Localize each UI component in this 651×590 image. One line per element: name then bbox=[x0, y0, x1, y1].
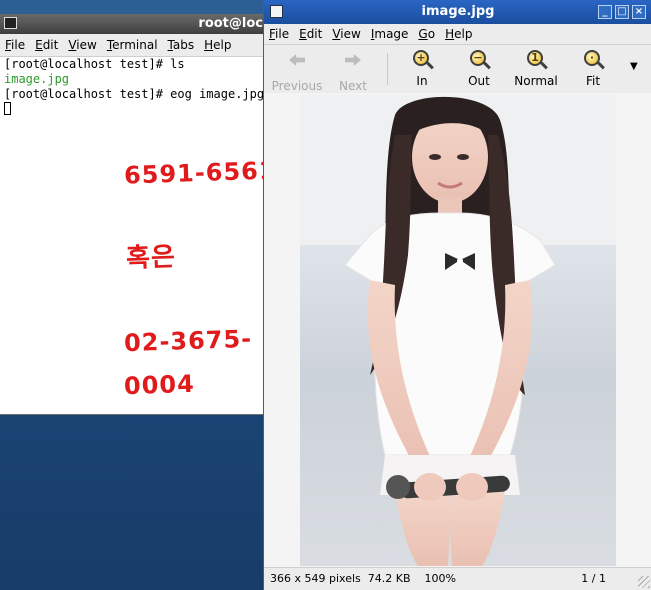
zoom-fit-label: Fit bbox=[585, 74, 601, 88]
image-viewer-title: image.jpg bbox=[421, 4, 495, 19]
handwritten-or: 혹은 bbox=[125, 242, 177, 274]
terminal-icon bbox=[4, 17, 17, 29]
handwritten-phone-1: 6591-6561 bbox=[123, 156, 264, 190]
arrow-right-icon bbox=[342, 54, 364, 76]
terminal-title: root@loc bbox=[198, 16, 263, 31]
terminal-window[interactable]: root@loc File Edit View Terminal Tabs He… bbox=[0, 14, 264, 415]
image-viewer-statusbar: 366 x 549 pixels 74.2 KB 100% 1 / 1 bbox=[264, 567, 651, 590]
menu-image[interactable]: Image bbox=[366, 27, 414, 41]
zoom-normal-icon: 1 bbox=[525, 49, 548, 71]
menu-terminal[interactable]: Terminal bbox=[102, 38, 163, 52]
zoom-in-button[interactable]: + In bbox=[392, 49, 452, 88]
menu-edit[interactable]: Edit bbox=[294, 27, 327, 41]
terminal-cursor bbox=[4, 102, 11, 115]
image-viewer-toolbar: Previous Next + In − Out 1 Normal · Fit … bbox=[264, 45, 651, 94]
image-canvas[interactable] bbox=[264, 93, 651, 568]
image-info: 366 x 549 pixels 74.2 KB 100% bbox=[270, 572, 456, 585]
image-viewer-window[interactable]: image.jpg _ □ × File Edit View Image Go … bbox=[263, 0, 651, 590]
zoom-normal-label: Normal bbox=[514, 74, 558, 88]
displayed-photo bbox=[300, 95, 616, 566]
handwritten-phone-2a: 02-3675- bbox=[123, 324, 253, 358]
menu-view[interactable]: View bbox=[327, 27, 365, 41]
terminal-cursor-line bbox=[0, 102, 263, 117]
next-button[interactable]: Next bbox=[323, 49, 383, 93]
terminal-line: [root@localhost test]# eog image.jpg bbox=[4, 87, 264, 101]
zoom-fit-button[interactable]: · Fit bbox=[563, 49, 623, 88]
menu-tabs[interactable]: Tabs bbox=[163, 38, 200, 52]
terminal-line: image.jpg bbox=[4, 72, 70, 86]
close-button[interactable]: × bbox=[632, 5, 646, 19]
zoom-fit-icon: · bbox=[582, 49, 605, 71]
image-viewer-titlebar[interactable]: image.jpg _ □ × bbox=[264, 0, 651, 24]
menu-file[interactable]: File bbox=[264, 27, 294, 41]
terminal-output[interactable]: [root@localhost test]# ls image.jpg [roo… bbox=[0, 57, 263, 414]
previous-button[interactable]: Previous bbox=[267, 49, 327, 93]
terminal-menubar: File Edit View Terminal Tabs Help bbox=[0, 34, 263, 57]
terminal-line: [root@localhost test]# ls bbox=[4, 57, 185, 71]
handwritten-phone-2b: 0004 bbox=[123, 369, 196, 401]
image-viewer-menubar: File Edit View Image Go Help bbox=[264, 24, 651, 45]
resize-grip-icon[interactable] bbox=[638, 576, 650, 588]
zoom-out-button[interactable]: − Out bbox=[449, 49, 509, 88]
previous-label: Previous bbox=[271, 79, 323, 93]
toolbar-separator bbox=[387, 53, 388, 85]
zoom-out-label: Out bbox=[468, 74, 490, 88]
menu-go[interactable]: Go bbox=[413, 27, 440, 41]
zoom-out-icon: − bbox=[468, 49, 491, 71]
toolbar-overflow-arrow-icon[interactable]: ▼ bbox=[630, 61, 638, 72]
image-position: 1 / 1 bbox=[581, 572, 606, 585]
zoom-in-label: In bbox=[416, 74, 428, 88]
menu-edit[interactable]: Edit bbox=[30, 38, 63, 52]
maximize-button[interactable]: □ bbox=[615, 5, 629, 19]
arrow-left-icon bbox=[286, 54, 308, 76]
next-label: Next bbox=[339, 79, 367, 93]
zoom-normal-button[interactable]: 1 Normal bbox=[506, 49, 566, 88]
menu-help[interactable]: Help bbox=[440, 27, 477, 41]
terminal-titlebar[interactable]: root@loc bbox=[0, 14, 263, 34]
minimize-button[interactable]: _ bbox=[598, 5, 612, 19]
photo-illustration bbox=[300, 95, 616, 566]
menu-view[interactable]: View bbox=[63, 38, 101, 52]
menu-file[interactable]: File bbox=[0, 38, 30, 52]
menu-help[interactable]: Help bbox=[199, 38, 236, 52]
zoom-in-icon: + bbox=[411, 49, 434, 71]
